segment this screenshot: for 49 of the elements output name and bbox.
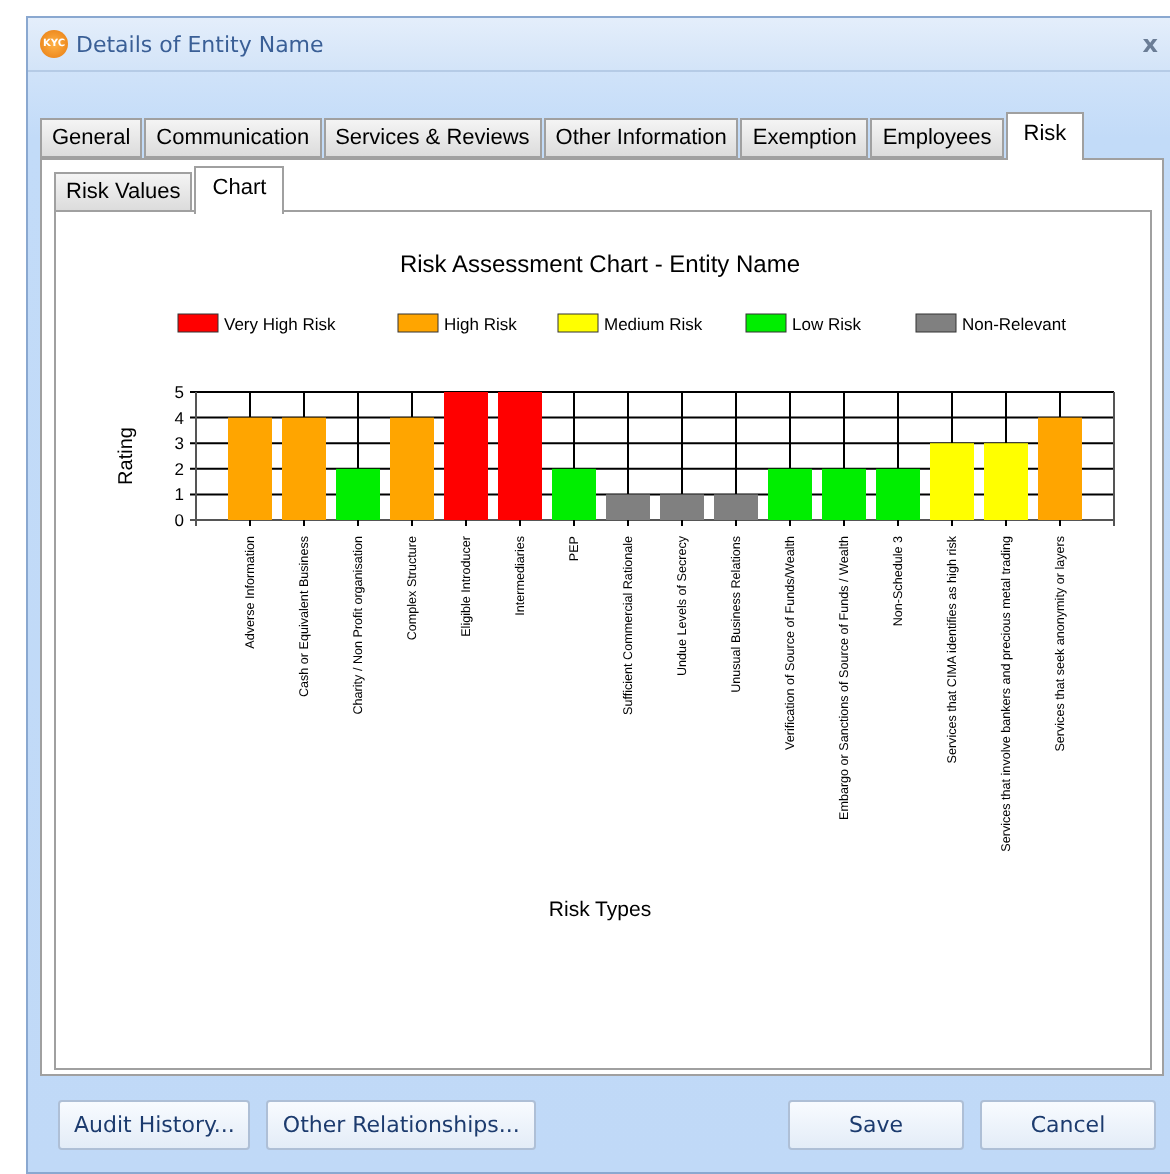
y-tick-label: 1 — [174, 484, 184, 505]
legend-label: Non-Relevant — [962, 314, 1068, 334]
tab[interactable]: General — [40, 118, 143, 158]
legend-item: Medium Risk — [557, 313, 703, 334]
y-axis-label: Rating — [116, 427, 138, 485]
bar — [768, 468, 812, 520]
tab[interactable]: Other Information — [543, 118, 739, 158]
y-tick-label: 3 — [174, 433, 184, 454]
tab[interactable]: Communication — [144, 118, 322, 158]
tab[interactable]: Chart — [194, 166, 285, 214]
legend-item: Low Risk — [745, 313, 861, 334]
tab[interactable]: Exemption — [740, 118, 869, 158]
tab[interactable]: Risk — [1005, 112, 1085, 160]
dialog-button[interactable]: Cancel — [980, 1100, 1156, 1150]
bar — [498, 392, 542, 520]
y-tick-label: 2 — [174, 458, 184, 479]
bar — [552, 468, 596, 520]
bar — [714, 494, 758, 520]
y-tick-label: 0 — [174, 510, 184, 530]
dialog-button[interactable]: Audit History... — [58, 1100, 251, 1150]
tab[interactable]: Employees — [870, 118, 1004, 158]
bar — [930, 443, 974, 520]
bar — [228, 417, 272, 520]
legend-label: Medium Risk — [604, 314, 704, 334]
tab[interactable]: Risk Values — [54, 172, 193, 212]
legend-item: Very High Risk — [177, 313, 336, 334]
bar — [282, 417, 326, 520]
dialog-button[interactable]: Other Relationships... — [266, 1100, 536, 1150]
bar — [660, 494, 704, 520]
tab[interactable]: Services & Reviews — [323, 118, 542, 158]
window-title: Details of Entity Name — [76, 31, 326, 57]
bar — [822, 468, 866, 520]
legend-label: High Risk — [444, 314, 519, 334]
legend-item: Non-Relevant — [915, 313, 1066, 334]
legend-label: Very High Risk — [224, 314, 337, 334]
x-axis-label: Risk Types — [548, 898, 652, 922]
dialog-button[interactable]: Save — [788, 1100, 964, 1150]
y-tick-label: 5 — [174, 382, 184, 402]
bar — [606, 494, 650, 520]
legend-label: Low Risk — [792, 314, 863, 334]
bar — [984, 443, 1028, 520]
legend-item: High Risk — [397, 313, 517, 334]
bar — [390, 417, 434, 520]
chart-title: Risk Assessment Chart - Entity Name — [399, 250, 801, 278]
bar — [444, 392, 488, 520]
y-tick-label: 4 — [174, 407, 184, 428]
bar — [1038, 417, 1082, 520]
bar — [336, 468, 380, 520]
bar — [876, 468, 920, 520]
